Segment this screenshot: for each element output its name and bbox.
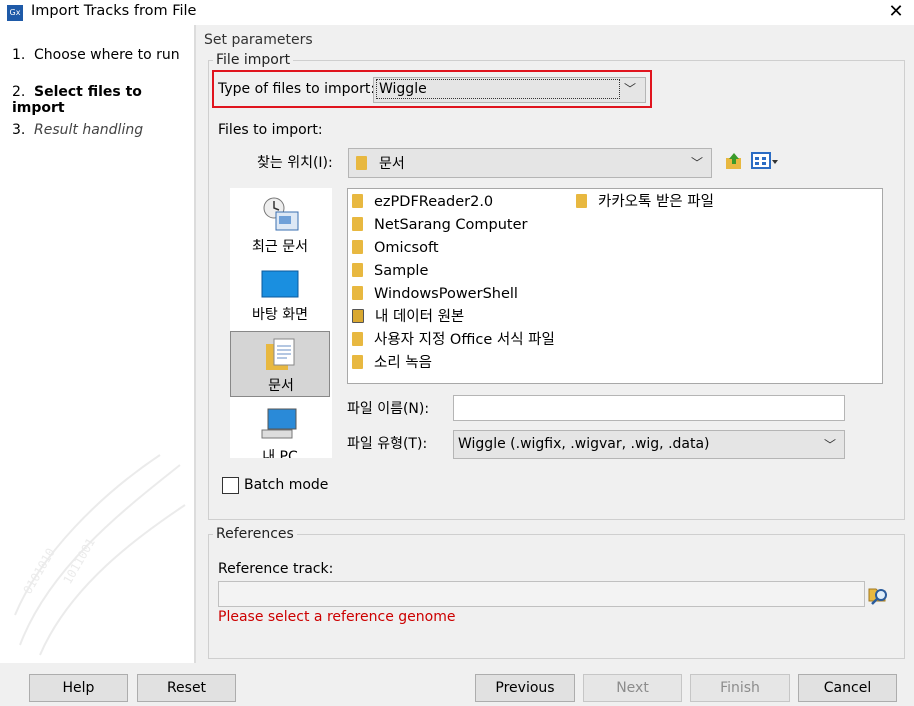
step-result-handling: 3. Result handling <box>12 122 143 138</box>
close-icon[interactable]: ✕ <box>884 1 908 22</box>
reference-track-label: Reference track: <box>218 561 334 577</box>
next-button[interactable]: Next <box>583 674 682 702</box>
chevron-down-icon: ﹀ <box>624 82 637 96</box>
places-bar: 최근 문서 바탕 화면 문서 내 PC <box>230 188 332 458</box>
folder-icon <box>356 156 367 170</box>
folder-icon <box>576 194 587 208</box>
look-in-value: 문서 <box>379 156 405 172</box>
finish-button[interactable]: Finish <box>690 674 790 702</box>
list-item-label: NetSarang Computer <box>374 217 528 233</box>
look-in-dropdown[interactable]: 문서 ﹀ <box>348 148 712 178</box>
footer-bar: Help Reset Previous Next Finish Cancel <box>0 663 914 706</box>
previous-button[interactable]: Previous <box>475 674 575 702</box>
type-of-files-dropdown[interactable]: Wiggle ﹀ <box>373 77 646 103</box>
look-in-label: 찾는 위치(I): <box>257 155 333 171</box>
browse-folder-icon[interactable] <box>868 583 890 605</box>
watermark-icon: 0101010 1011001 <box>14 454 186 656</box>
chevron-down-icon: ﹀ <box>691 156 704 170</box>
up-folder-icon[interactable] <box>724 151 744 171</box>
folder-icon <box>352 217 363 231</box>
file-type-label: 파일 유형(T): <box>347 436 428 452</box>
view-menu-icon[interactable] <box>751 152 779 170</box>
title-bar: Gx Import Tracks from File ✕ <box>0 0 914 25</box>
list-item[interactable]: NetSarang Computer <box>352 214 555 237</box>
list-item-label: 카카오톡 받은 파일 <box>598 194 714 210</box>
reference-track-input[interactable] <box>218 581 865 607</box>
step-select-files: 2. Select files to import <box>12 84 194 116</box>
pc-icon <box>261 408 297 439</box>
reference-error-message: Please select a reference genome <box>218 609 456 625</box>
folder-icon <box>352 286 363 300</box>
place-recent-label: 최근 문서 <box>252 239 308 255</box>
folder-icon <box>352 194 363 208</box>
help-button[interactable]: Help <box>29 674 128 702</box>
list-item-label: Omicsoft <box>374 240 439 256</box>
place-documents[interactable]: 문서 <box>230 331 330 397</box>
file-import-legend: File import <box>213 52 294 68</box>
place-pc-label: 내 PC <box>262 449 298 458</box>
place-pc[interactable]: 내 PC <box>230 400 330 458</box>
place-desktop[interactable]: 바탕 화면 <box>230 262 330 330</box>
section-title: Set parameters <box>204 32 313 48</box>
list-item[interactable]: WindowsPowerShell <box>352 283 555 306</box>
folder-icon <box>352 240 363 254</box>
step-number: 2. <box>12 84 26 100</box>
batch-mode-label: Batch mode <box>244 477 329 493</box>
list-item[interactable]: 카카오톡 받은 파일 <box>576 191 714 214</box>
cancel-button[interactable]: Cancel <box>798 674 897 702</box>
list-item[interactable]: ezPDFReader2.0 <box>352 191 555 214</box>
place-documents-label: 문서 <box>268 378 294 394</box>
type-of-files-value: Wiggle <box>379 81 427 97</box>
type-of-files-label: Type of files to import: <box>218 81 376 97</box>
file-list-column-2: 카카오톡 받은 파일 <box>576 191 714 214</box>
folder-icon <box>352 332 363 346</box>
list-item[interactable]: Omicsoft <box>352 237 555 260</box>
place-desktop-label: 바탕 화면 <box>252 307 308 323</box>
list-item[interactable]: 사용자 지정 Office 서식 파일 <box>352 329 555 352</box>
list-item-label: 소리 녹음 <box>374 355 432 371</box>
step-label: Choose where to run <box>34 47 180 63</box>
list-item-label: ezPDFReader2.0 <box>374 194 494 210</box>
main-panel: Set parameters File import Type of files… <box>196 25 914 663</box>
place-recent[interactable]: 최근 문서 <box>230 190 330 260</box>
list-item[interactable]: 내 데이터 원본 <box>352 306 555 329</box>
data-source-folder-icon <box>352 309 364 323</box>
list-item-label: WindowsPowerShell <box>374 286 518 302</box>
file-list[interactable]: ezPDFReader2.0 NetSarang Computer Omicso… <box>347 188 883 384</box>
step-label: Result handling <box>34 122 144 138</box>
app-icon: Gx <box>7 5 23 21</box>
chevron-down-icon: ﹀ <box>824 438 837 452</box>
batch-mode-checkbox[interactable] <box>222 477 239 494</box>
step-number: 3. <box>12 122 26 138</box>
file-list-column-1: ezPDFReader2.0 NetSarang Computer Omicso… <box>352 191 555 375</box>
step-choose-where: 1. Choose where to run <box>12 47 180 63</box>
folder-icon <box>352 355 363 369</box>
desktop-icon <box>261 270 299 298</box>
wizard-steps-panel: 1. Choose where to run 2. Select files to … <box>0 25 194 663</box>
reset-button[interactable]: Reset <box>137 674 236 702</box>
window-title: Import Tracks from File <box>31 3 197 19</box>
file-type-dropdown[interactable]: Wiggle (.wigfix, .wigvar, .wig, .data) ﹀ <box>453 430 845 459</box>
documents-icon <box>266 338 295 370</box>
svg-text:0101010: 0101010 <box>20 546 57 597</box>
list-item[interactable]: 소리 녹음 <box>352 352 555 375</box>
list-item-label: Sample <box>374 263 429 279</box>
files-to-import-label: Files to import: <box>218 122 323 138</box>
file-name-label: 파일 이름(N): <box>347 401 430 417</box>
step-number: 1. <box>12 47 26 63</box>
list-item[interactable]: Sample <box>352 260 555 283</box>
file-type-value: Wiggle (.wigfix, .wigvar, .wig, .data) <box>458 436 710 452</box>
references-legend: References <box>213 526 297 542</box>
recent-icon <box>263 197 299 231</box>
folder-icon <box>352 263 363 277</box>
list-item-label: 내 데이터 원본 <box>375 309 465 325</box>
file-name-input[interactable] <box>453 395 845 421</box>
list-item-label: 사용자 지정 Office 서식 파일 <box>374 332 555 348</box>
